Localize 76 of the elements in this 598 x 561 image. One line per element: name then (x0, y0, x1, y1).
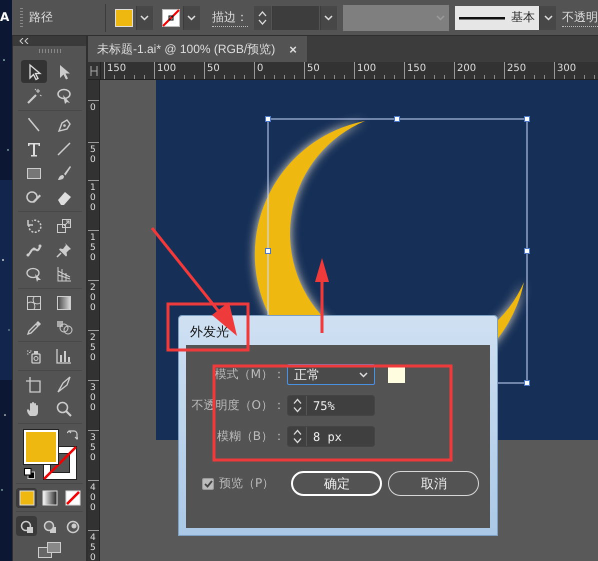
chevron-icon (324, 14, 334, 20)
ruler-label: 250 (90, 333, 97, 363)
dialog-button[interactable]: 取消 (388, 471, 480, 496)
panel-grip (38, 49, 60, 53)
dropdown-button[interactable] (539, 6, 556, 30)
color-swatch-icon (18, 490, 34, 506)
opacity-field[interactable]: 75% (287, 395, 375, 416)
draw-mode-icon (19, 518, 34, 534)
fill-color-swatch[interactable] (24, 430, 58, 464)
draw-mode-icon (65, 518, 80, 534)
dropdown-button[interactable] (136, 6, 153, 30)
dropdown-button[interactable] (320, 6, 337, 30)
lasso-icon (54, 86, 72, 104)
line-segment-icon (54, 140, 72, 158)
artboard-icon (24, 376, 42, 394)
chevron-icon (544, 14, 553, 20)
panel-grip (20, 8, 23, 28)
stroke-line-icon (459, 16, 506, 20)
ruler-label: 350 (90, 433, 97, 463)
dropdown-button[interactable] (182, 6, 200, 30)
collapse-icon[interactable] (19, 38, 29, 44)
chevron-icon (359, 372, 368, 378)
stepper-arrows-icon[interactable] (292, 398, 302, 413)
rotate-icon (24, 216, 42, 234)
ruler-origin-icon[interactable] (88, 62, 101, 79)
column-graph-icon (54, 346, 72, 364)
chevron-icon (436, 14, 446, 20)
stroke-weight-field[interactable] (272, 6, 319, 30)
blur-field[interactable]: 8 px (287, 426, 375, 447)
opacity-label: 不透明 (562, 8, 598, 26)
preview-label[interactable]: 预览（P） (219, 475, 274, 492)
ruler-label: 100 (90, 183, 97, 213)
perspective-grid-icon (54, 264, 72, 282)
fill-swatch[interactable] (114, 8, 133, 26)
ruler-label: 150 (90, 233, 97, 263)
swap-arrows-icon[interactable] (66, 430, 78, 441)
screen-mode-icon[interactable] (38, 542, 62, 558)
color-mode-button[interactable] (16, 488, 37, 508)
gradient-swatch-icon (42, 490, 58, 506)
stepper-arrows-icon[interactable] (292, 429, 302, 444)
selection-type-label: 路径 (28, 9, 53, 26)
app-letter: A (0, 10, 10, 24)
stroke-label: 描边： (212, 8, 248, 26)
document-title: 未标题-1.ai* @ 100% (RGB/预览) (97, 40, 276, 58)
mesh-icon (24, 294, 42, 312)
zoom-icon (54, 400, 72, 418)
knife-icon (54, 376, 72, 394)
preview-checkbox[interactable] (202, 478, 214, 490)
stroke-style-dropdown[interactable]: 基本 (455, 6, 540, 30)
ruler-label: 50 (90, 145, 97, 165)
scale-icon (54, 216, 72, 234)
blur-label: 模糊（B）： (216, 428, 285, 445)
ruler-label: 0 (90, 103, 97, 113)
stepper-arrows-icon (258, 10, 267, 26)
gradient-icon (54, 294, 72, 312)
close-tab-button[interactable]: × (289, 42, 297, 56)
ruler-label: 300 (90, 383, 97, 413)
ruler-label: 400 (90, 483, 97, 513)
ruler-label: 450 (90, 533, 97, 561)
default-colors-icon[interactable] (24, 468, 34, 479)
document-tab[interactable]: 未标题-1.ai* @ 100% (RGB/预览) × (88, 36, 307, 62)
ruler-label: 200 (90, 283, 97, 313)
mode-label: 模式（M）： (214, 366, 285, 383)
stepper-button[interactable] (254, 6, 271, 30)
stroke-swatch[interactable] (162, 8, 180, 26)
pushpin-icon (54, 240, 72, 258)
dialog-title: 外发光 (189, 324, 230, 342)
magic-wand-icon (24, 86, 42, 104)
none-swatch-icon (64, 490, 80, 506)
chevron-icon (140, 14, 150, 20)
dialog-button[interactable]: 确定 (291, 471, 382, 496)
ruler-label: 300 (554, 62, 598, 79)
draw-mode-icon (42, 518, 57, 534)
draw-mode-button[interactable] (16, 516, 37, 536)
chevron-icon (187, 14, 196, 20)
selection-arrow-tool[interactable] (20, 60, 46, 83)
